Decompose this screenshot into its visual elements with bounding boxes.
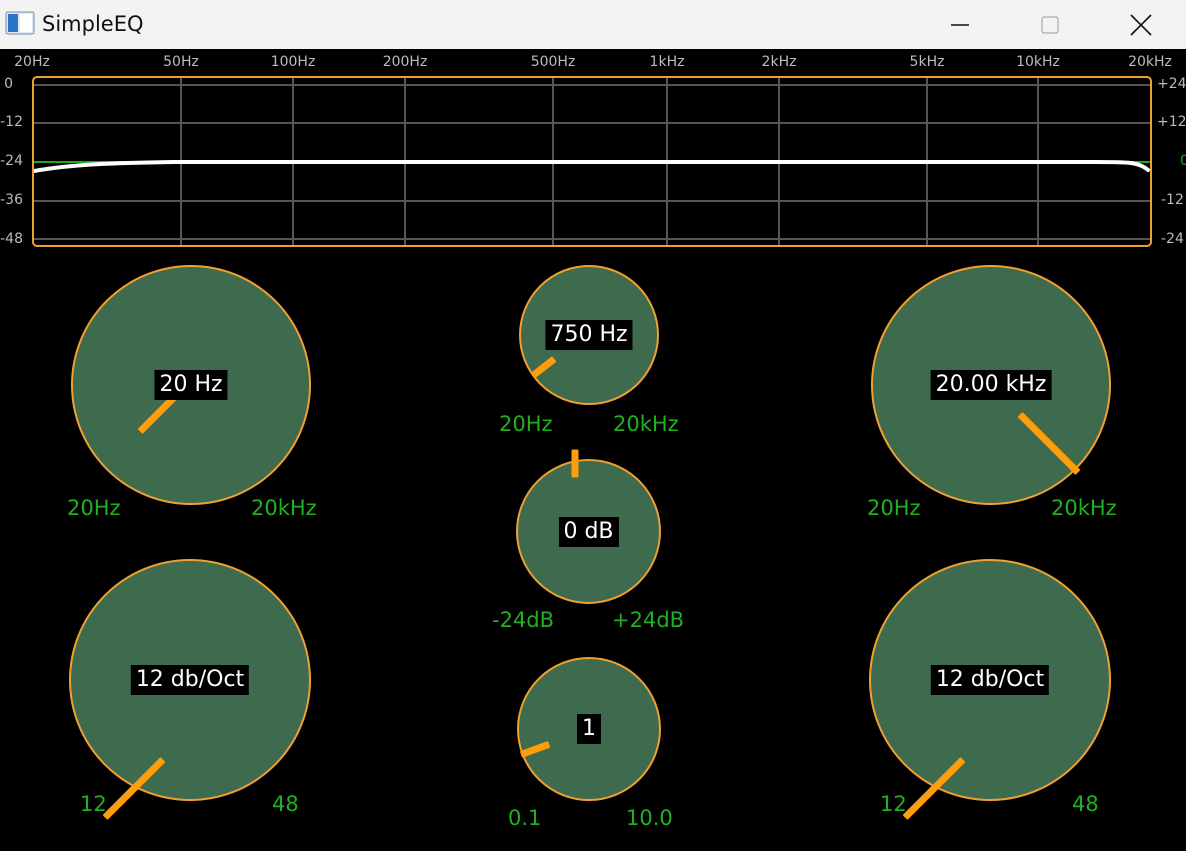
editor-area: 20Hz 50Hz 100Hz 200Hz 500Hz 1kHz 2kHz 5k…: [0, 49, 1186, 851]
spectrum-db-label: -36: [0, 192, 23, 208]
low-cut-freq-max-label: 20kHz: [251, 496, 317, 520]
freq-label: 1kHz: [649, 54, 685, 70]
app-window-icon: [5, 11, 35, 35]
peak-quality-min-label: 0.1: [508, 806, 542, 830]
low-cut-slope-min-label: 12: [80, 792, 107, 816]
response-curve-display: [32, 76, 1152, 247]
window-title: SimpleEQ: [42, 12, 144, 36]
gain-db-label: -12: [1161, 192, 1184, 208]
peak-freq-value: 750 Hz: [545, 320, 633, 350]
peak-freq-knob[interactable]: 750 Hz: [519, 265, 659, 405]
close-button[interactable]: [1106, 0, 1176, 49]
peak-freq-max-label: 20kHz: [613, 412, 679, 436]
high-cut-slope-value: 12 db/Oct: [930, 665, 1050, 695]
response-curve-svg: [34, 78, 1150, 245]
freq-label: 10kHz: [1016, 54, 1060, 70]
peak-gain-min-label: -24dB: [492, 608, 555, 632]
high-cut-freq-knob[interactable]: 20.00 kHz: [871, 265, 1111, 505]
response-curve: [34, 160, 1150, 173]
low-cut-freq-min-label: 20Hz: [67, 496, 121, 520]
spectrum-db-label: -24: [0, 153, 23, 169]
freq-label: 100Hz: [270, 54, 316, 70]
maximize-icon: [1041, 15, 1059, 34]
close-icon: [1130, 13, 1152, 36]
low-cut-freq-value: 20 Hz: [154, 370, 228, 400]
maximize-button[interactable]: [1015, 0, 1085, 49]
freq-label: 5kHz: [909, 54, 945, 70]
high-cut-freq-value: 20.00 kHz: [930, 370, 1052, 400]
low-cut-freq-knob[interactable]: 20 Hz: [71, 265, 311, 505]
gain-db-label: 0: [1180, 153, 1186, 169]
low-cut-slope-value: 12 db/Oct: [130, 665, 250, 695]
high-cut-slope-max-label: 48: [1072, 792, 1099, 816]
knob-pointer: [571, 449, 579, 478]
peak-gain-value: 0 dB: [558, 516, 619, 547]
freq-label: 50Hz: [163, 54, 199, 70]
spectrum-db-label: -48: [0, 231, 23, 247]
spectrum-db-label: 0: [4, 76, 13, 92]
freq-label: 20Hz: [14, 54, 50, 70]
freq-label: 500Hz: [530, 54, 576, 70]
title-bar: SimpleEQ: [0, 0, 1186, 49]
peak-gain-max-label: +24dB: [612, 608, 685, 632]
peak-freq-min-label: 20Hz: [499, 412, 553, 436]
peak-gain-knob[interactable]: 0 dB: [516, 449, 661, 604]
high-cut-freq-min-label: 20Hz: [867, 496, 921, 520]
peak-quality-max-label: 10.0: [626, 806, 673, 830]
peak-quality-knob[interactable]: 1: [517, 657, 661, 801]
low-cut-slope-max-label: 48: [272, 792, 299, 816]
freq-label: 200Hz: [382, 54, 428, 70]
minimize-icon: [951, 23, 969, 26]
high-cut-slope-knob[interactable]: 12 db/Oct: [869, 559, 1111, 820]
minimize-button[interactable]: [925, 0, 995, 49]
gain-db-label: +24: [1157, 76, 1186, 92]
low-cut-slope-knob[interactable]: 12 db/Oct: [69, 559, 311, 820]
gain-db-label: -24: [1161, 231, 1184, 247]
freq-label: 20kHz: [1128, 54, 1172, 70]
freq-label: 2kHz: [761, 54, 797, 70]
high-cut-freq-max-label: 20kHz: [1051, 496, 1117, 520]
gain-db-label: +12: [1157, 114, 1186, 130]
peak-quality-value: 1: [577, 714, 601, 744]
high-cut-slope-min-label: 12: [880, 792, 907, 816]
spectrum-db-label: -12: [0, 114, 23, 130]
